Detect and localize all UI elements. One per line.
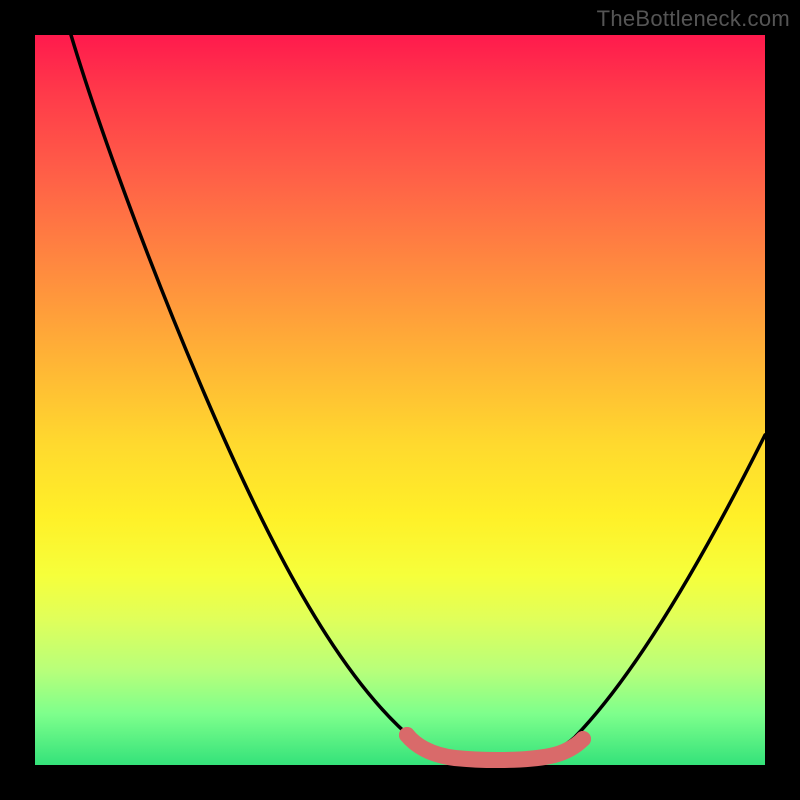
curve-highlight <box>407 735 583 760</box>
curve-main <box>71 35 765 759</box>
watermark-text: TheBottleneck.com <box>597 6 790 32</box>
highlight-dot-right <box>575 731 591 747</box>
bottleneck-curve <box>35 35 765 765</box>
plot-area <box>35 35 765 765</box>
highlight-dot-left <box>399 727 415 743</box>
chart-frame: TheBottleneck.com <box>0 0 800 800</box>
